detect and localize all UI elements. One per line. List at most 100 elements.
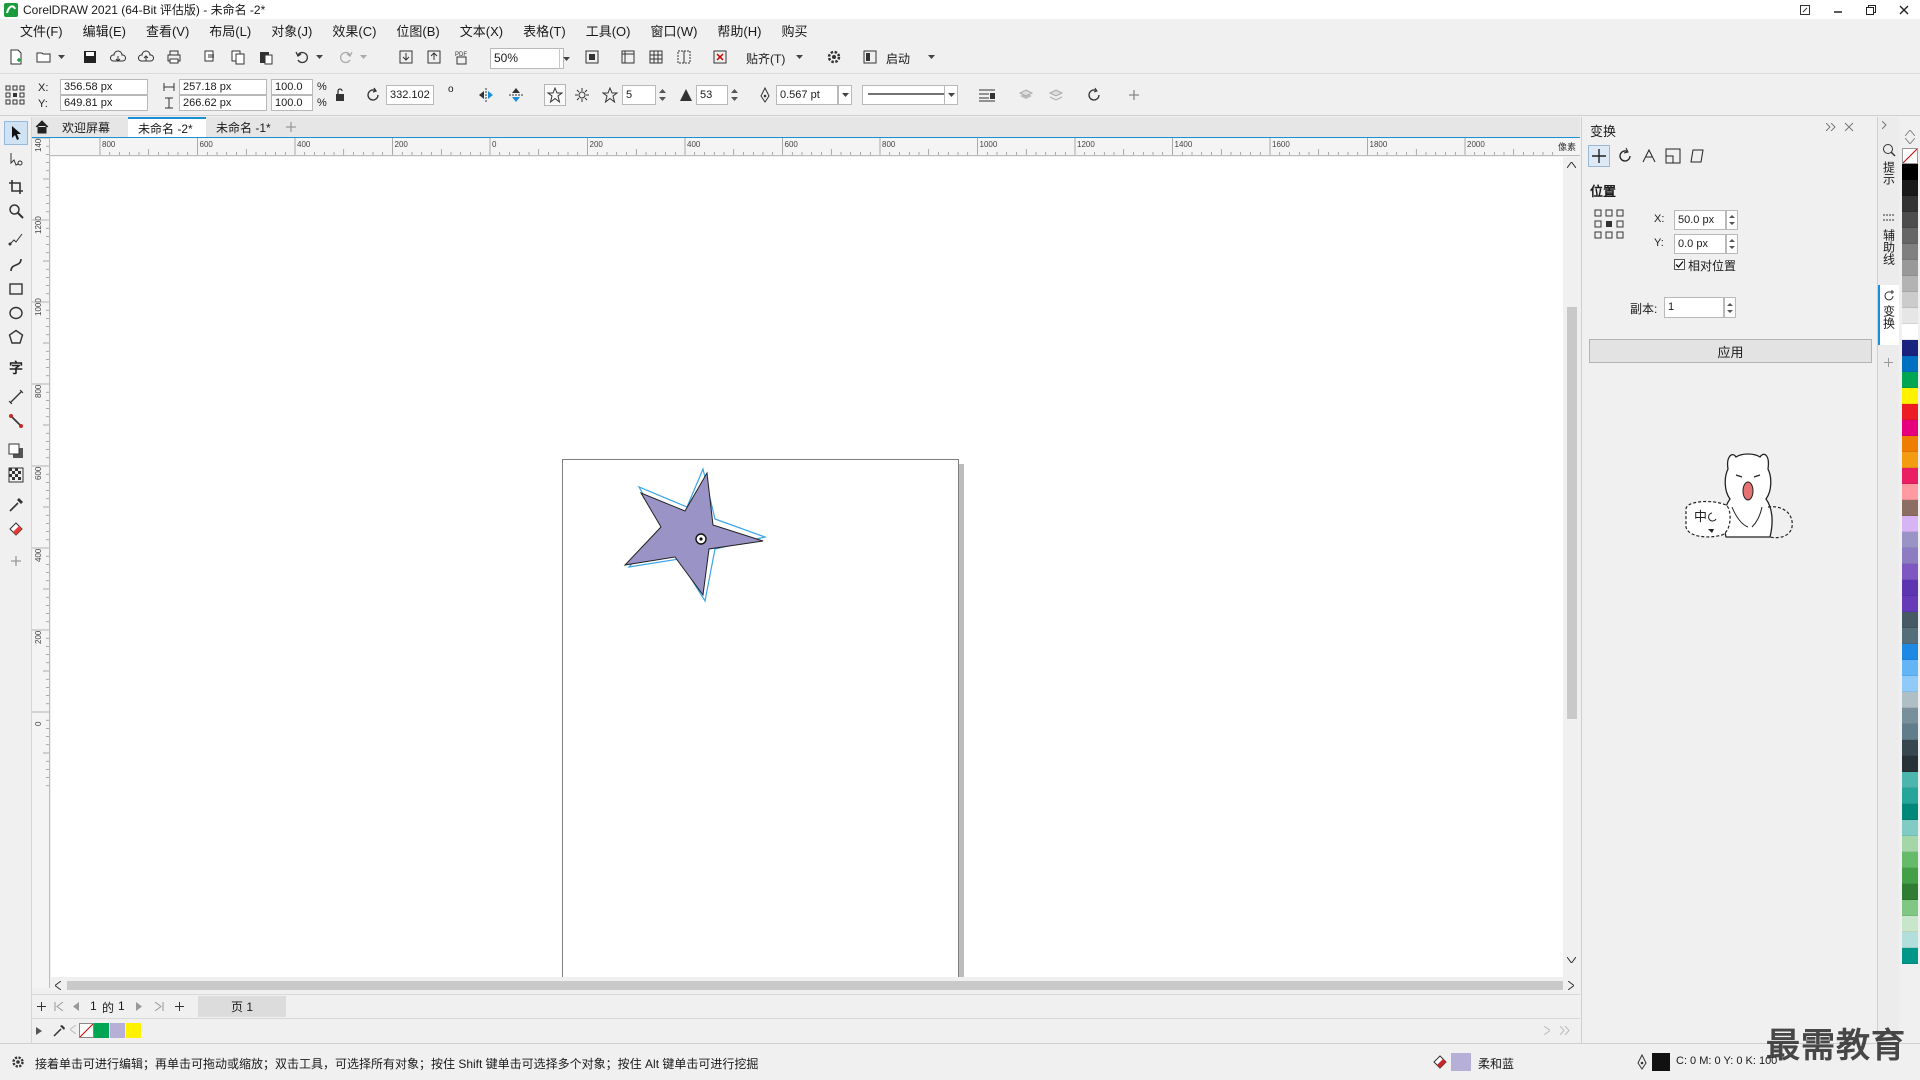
palette-swatch[interactable] bbox=[1902, 884, 1918, 900]
palette-swatch[interactable] bbox=[1902, 500, 1918, 516]
scroll-up-icon[interactable] bbox=[1567, 162, 1576, 171]
palette-swatch[interactable] bbox=[1902, 516, 1918, 532]
redo-dropdown-icon[interactable] bbox=[358, 47, 368, 67]
palette-swatch[interactable] bbox=[1902, 196, 1918, 212]
palette-swatch[interactable] bbox=[1902, 612, 1918, 628]
docker-y-field[interactable]: 0.0 px bbox=[1674, 234, 1726, 254]
pick-tool-icon[interactable] bbox=[4, 121, 28, 145]
palette-swatch[interactable] bbox=[1902, 420, 1918, 436]
import-icon[interactable] bbox=[396, 47, 416, 67]
side-tab-hints[interactable]: 提示 bbox=[1880, 161, 1898, 201]
current-fill-swatch[interactable] bbox=[1451, 1053, 1471, 1071]
rotation-angle-field[interactable]: 332.102 bbox=[386, 85, 434, 105]
to-front-icon[interactable] bbox=[1016, 85, 1036, 105]
launch-label[interactable]: 启动 bbox=[886, 50, 910, 67]
side-tab-collapse-icon[interactable] bbox=[1882, 121, 1890, 129]
palette-swatch[interactable] bbox=[1902, 628, 1918, 644]
docker-x-field[interactable]: 50.0 px bbox=[1674, 210, 1726, 230]
width-field[interactable]: 257.18 px bbox=[179, 79, 267, 95]
palette-swatch[interactable] bbox=[1902, 532, 1918, 548]
text-tool-icon[interactable]: 字 bbox=[4, 355, 28, 379]
freehand-tool-icon[interactable] bbox=[4, 227, 28, 251]
palette-scroll-end-icon[interactable] bbox=[1560, 1026, 1570, 1035]
add-button-icon[interactable] bbox=[1124, 85, 1144, 105]
text-wrap-icon[interactable] bbox=[976, 85, 998, 105]
launch-app-icon[interactable] bbox=[860, 47, 880, 67]
palette-swatch[interactable] bbox=[1902, 148, 1918, 164]
cloud-upload-icon[interactable] bbox=[136, 47, 156, 67]
last-page-icon[interactable] bbox=[154, 1002, 164, 1011]
palette-swatch[interactable] bbox=[1902, 932, 1918, 948]
swatch-yellow[interactable] bbox=[126, 1023, 141, 1038]
horizontal-ruler[interactable]: 800 600 400 200 0 200 400 600 800 1000 1200 1400 160… bbox=[50, 138, 1580, 156]
transparency-tool-icon[interactable] bbox=[4, 463, 28, 487]
palette-swatch[interactable] bbox=[1902, 724, 1918, 740]
restore-button[interactable] bbox=[1854, 0, 1887, 19]
rotate-mode-icon[interactable] bbox=[1616, 147, 1634, 165]
palette-swatch[interactable] bbox=[1902, 260, 1918, 276]
outline-width-dropdown-icon[interactable] bbox=[838, 85, 852, 105]
cut-icon[interactable] bbox=[200, 47, 220, 67]
palette-scroll-left-icon[interactable] bbox=[70, 1025, 76, 1034]
vertical-scroll-thumb[interactable] bbox=[1567, 307, 1577, 719]
menu-view[interactable]: 查看(V) bbox=[136, 21, 199, 40]
palette-swatch[interactable] bbox=[1902, 324, 1918, 340]
save-icon[interactable] bbox=[80, 47, 100, 67]
menu-buy[interactable]: 购买 bbox=[771, 21, 817, 40]
interactive-fill-tool-icon[interactable] bbox=[4, 517, 28, 541]
export-icon[interactable] bbox=[424, 47, 444, 67]
palette-expand-icon[interactable] bbox=[36, 1027, 42, 1035]
palette-swatch[interactable] bbox=[1902, 788, 1918, 804]
full-screen-icon[interactable] bbox=[582, 47, 602, 67]
relative-position-checkbox[interactable] bbox=[1674, 259, 1685, 270]
status-settings-gear-icon[interactable] bbox=[10, 1054, 26, 1070]
palette-swatch[interactable] bbox=[1902, 340, 1918, 356]
copy-icon[interactable] bbox=[228, 47, 248, 67]
color-eyedropper-tool-icon[interactable] bbox=[4, 493, 28, 517]
x-position-field[interactable]: 356.58 px bbox=[60, 79, 148, 95]
palette-swatch[interactable] bbox=[1902, 292, 1918, 308]
previous-page-icon[interactable] bbox=[72, 1002, 79, 1011]
palette-swatch[interactable] bbox=[1902, 772, 1918, 788]
palette-swatch[interactable] bbox=[1902, 900, 1918, 916]
paste-icon[interactable] bbox=[256, 47, 276, 67]
drop-shadow-tool-icon[interactable] bbox=[4, 439, 28, 463]
tab-document-1[interactable]: 未命名 -1* bbox=[206, 117, 286, 137]
palette-up-icon[interactable] bbox=[1905, 130, 1915, 136]
star-points-field[interactable]: 5 bbox=[622, 85, 656, 105]
line-style-dropdown-icon[interactable] bbox=[944, 85, 958, 105]
show-grid-icon[interactable] bbox=[646, 47, 666, 67]
menu-layout[interactable]: 布局(L) bbox=[199, 21, 261, 40]
rectangle-tool-icon[interactable] bbox=[4, 277, 28, 301]
menu-tools[interactable]: 工具(O) bbox=[576, 21, 641, 40]
palette-swatch[interactable] bbox=[1902, 804, 1918, 820]
sharpness-spinner[interactable] bbox=[728, 85, 740, 105]
palette-swatch[interactable] bbox=[1902, 916, 1918, 932]
palette-swatch[interactable] bbox=[1902, 868, 1918, 884]
palette-swatch[interactable] bbox=[1902, 308, 1918, 324]
menu-bitmaps[interactable]: 位图(B) bbox=[386, 21, 449, 40]
palette-swatch[interactable] bbox=[1902, 372, 1918, 388]
minimize-button[interactable] bbox=[1821, 0, 1854, 19]
scale-height-field[interactable]: 100.0 bbox=[271, 95, 313, 111]
no-fill-swatch[interactable] bbox=[79, 1023, 94, 1038]
side-tab-transform[interactable]: 变换 bbox=[1880, 305, 1898, 341]
sharpness-field[interactable]: 53 bbox=[696, 85, 728, 105]
new-tab-icon[interactable] bbox=[282, 117, 302, 137]
palette-swatch[interactable] bbox=[1902, 548, 1918, 564]
convert-to-curves-icon[interactable] bbox=[1084, 85, 1104, 105]
page-tab[interactable]: 页 1 bbox=[198, 996, 286, 1017]
launch-dropdown-icon[interactable] bbox=[926, 47, 936, 67]
mirror-vertical-icon[interactable] bbox=[506, 85, 526, 105]
tab-welcome-screen[interactable]: 欢迎屏幕 bbox=[52, 117, 120, 137]
palette-swatch[interactable] bbox=[1902, 676, 1918, 692]
relative-position-label[interactable]: 相对位置 bbox=[1688, 257, 1736, 274]
undo-icon[interactable] bbox=[292, 47, 312, 67]
palette-swatch[interactable] bbox=[1902, 660, 1918, 676]
horizontal-scrollbar[interactable] bbox=[51, 977, 1580, 994]
outline-width-field[interactable]: 0.567 pt bbox=[776, 85, 838, 105]
palette-swatch[interactable] bbox=[1902, 276, 1918, 292]
palette-swatch[interactable] bbox=[1902, 228, 1918, 244]
open-icon[interactable] bbox=[34, 47, 54, 67]
menu-object[interactable]: 对象(J) bbox=[261, 21, 322, 40]
